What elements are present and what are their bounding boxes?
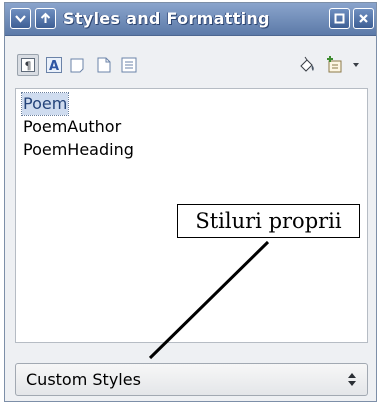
annotation-callout: Stiluri proprii	[177, 204, 360, 238]
callout-pointer-line	[148, 240, 270, 360]
